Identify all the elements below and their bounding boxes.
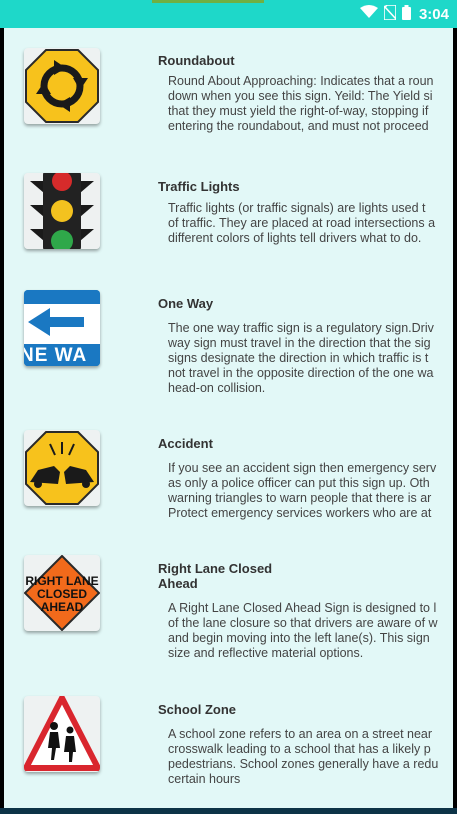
sign-title: Accident: [158, 436, 213, 451]
battery-icon: [401, 4, 411, 24]
no-sim-icon: [383, 3, 397, 24]
sign-description: A Right Lane Closed Ahead Sign is design…: [168, 601, 438, 660]
list-item[interactable]: Traffic Lights Traffic lights (or traffi…: [4, 161, 453, 286]
sign-title: School Zone: [158, 702, 236, 717]
accident-sign-icon: [24, 430, 100, 506]
status-icons: 3:04: [359, 0, 449, 28]
one-way-sign-icon: NE WA: [24, 290, 100, 366]
traffic-light-icon: [24, 173, 100, 249]
app-screen: 3:04 Roundabout Round About Approaching:…: [0, 0, 457, 814]
school-zone-sign-icon: [24, 696, 100, 772]
sign-title: Traffic Lights: [158, 179, 240, 194]
status-bar: 3:04: [0, 0, 457, 28]
bottom-edge: [0, 808, 457, 814]
sign-description: The one way traffic sign is a regulatory…: [168, 321, 434, 395]
wifi-icon: [359, 5, 378, 23]
right-lane-closed-sign-icon: RIGHT LANE CLOSED AHEAD: [24, 555, 100, 631]
list-item[interactable]: School Zone A school zone refers to an a…: [4, 684, 453, 808]
sign-text-block: RIGHT LANE CLOSED AHEAD: [25, 574, 99, 614]
roundabout-sign-icon: [24, 48, 100, 124]
sign-title: One Way: [158, 296, 214, 311]
list-item[interactable]: RIGHT LANE CLOSED AHEAD Right Lane Close…: [4, 543, 453, 668]
sign-list[interactable]: Roundabout Round About Approaching: Indi…: [4, 28, 453, 808]
sign-description: A school zone refers to an area on a str…: [168, 727, 439, 786]
list-item[interactable]: NE WA One Way The one way traffic sign i…: [4, 278, 453, 403]
sign-title: Right Lane Closed Ahead: [158, 561, 273, 591]
sign-title: Roundabout: [158, 53, 235, 68]
sign-description: If you see an accident sign then emergen…: [168, 461, 437, 520]
sign-description: Traffic lights (or traffic signals) are …: [168, 201, 436, 245]
status-accent: [152, 0, 264, 3]
list-item[interactable]: Roundabout Round About Approaching: Indi…: [4, 36, 453, 161]
clock-time: 3:04: [418, 5, 449, 23]
one-way-sign-text: NE WA: [24, 345, 88, 366]
sign-description: Round About Approaching: Indicates that …: [168, 74, 434, 133]
list-item[interactable]: Accident If you see an accident sign the…: [4, 418, 453, 543]
